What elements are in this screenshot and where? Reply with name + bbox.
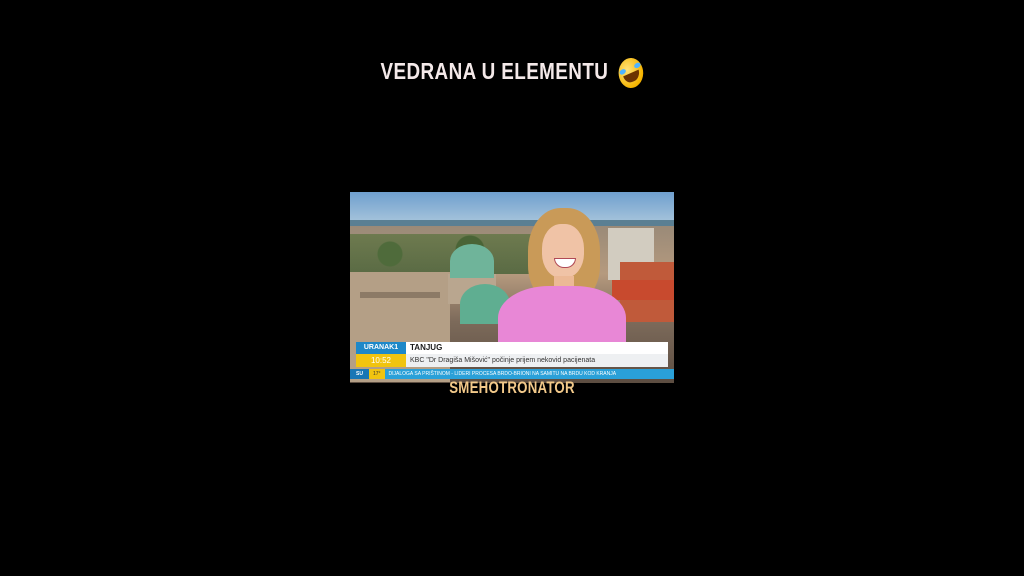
presenter-face xyxy=(542,224,584,278)
ticker-text: DIJALOGA SA PRIŠTINOM - LIDERI PROCESA B… xyxy=(388,371,617,377)
green-dome xyxy=(450,244,494,278)
laughing-emoji-icon xyxy=(615,53,647,93)
clock: 10:52 xyxy=(356,354,406,367)
headline: KBC "Dr Dragiša Mišović" počinje prijem … xyxy=(406,354,668,367)
video-frame[interactable]: URANAK1 10:52 TANJUG KBC "Dr Dragiša Miš… xyxy=(350,192,674,383)
lower-third: URANAK1 10:52 TANJUG KBC "Dr Dragiša Miš… xyxy=(350,340,674,383)
watermark: SMEHOTRONATOR xyxy=(449,378,575,397)
caption-text: VEDRANA U ELEMENTU xyxy=(380,58,609,85)
building-ledge xyxy=(360,292,440,298)
source-label: TANJUG xyxy=(406,342,668,354)
story-caption: VEDRANA U ELEMENTU xyxy=(92,53,932,93)
channel-logo: URANAK1 xyxy=(356,342,406,354)
